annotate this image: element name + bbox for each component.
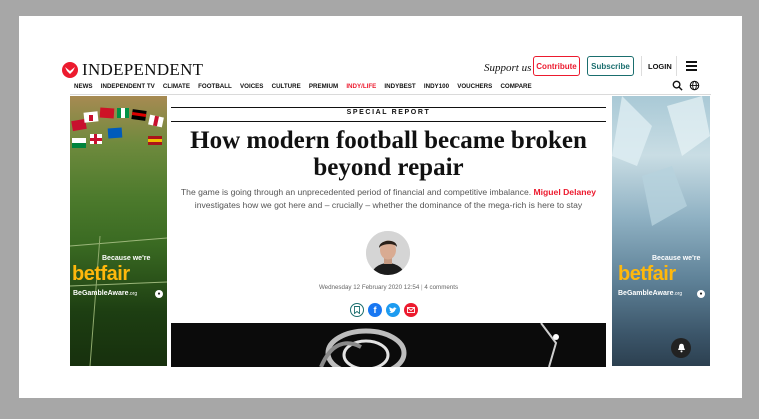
ad-tagline: Because we're (652, 255, 701, 262)
notification-bell-button[interactable] (671, 338, 691, 358)
begambleaware-label: BeGambleAware.org (618, 290, 683, 297)
nav-item-news[interactable]: NEWS (74, 83, 93, 90)
email-share-icon[interactable] (404, 303, 418, 317)
age-restriction-icon: ● (697, 290, 705, 298)
author-link[interactable]: Miguel Delaney (534, 187, 597, 197)
ice-illustration (612, 96, 710, 226)
hero-image (171, 323, 606, 367)
hamburger-menu-icon[interactable] (686, 61, 697, 71)
nav-item-premium[interactable]: PREMIUM (309, 83, 338, 90)
nav-item-vouchers[interactable]: VOUCHERS (457, 83, 492, 90)
nav-item-climate[interactable]: CLIMATE (163, 83, 190, 90)
nav-item-voices[interactable]: VOICES (240, 83, 263, 90)
subscribe-button[interactable]: Subscribe (587, 56, 634, 76)
nav-item-indybest[interactable]: INDYBEST (384, 83, 415, 90)
comments-link[interactable]: 4 comments (424, 284, 458, 291)
bookmark-icon[interactable] (350, 303, 364, 317)
kicker-rule (171, 107, 606, 108)
article-kicker: SPECIAL REPORT (346, 109, 431, 116)
nav-item-independent-tv[interactable]: INDEPENDENT TV (101, 83, 155, 90)
site-logo[interactable]: INDEPENDENT (62, 60, 203, 80)
left-skyscraper-ad[interactable]: Because we're betfair BeGambleAware.org … (70, 96, 167, 366)
publish-date: Wednesday 12 February 2020 12:54 (318, 284, 420, 291)
nav-item-culture[interactable]: CULTURE (272, 83, 301, 90)
article-title: How modern football became broken beyond… (190, 127, 587, 181)
share-bar: f (350, 303, 418, 317)
ad-tagline: Because we're (102, 255, 151, 262)
nav-item-indy-life[interactable]: INDY/LIFE (346, 83, 376, 90)
globe-icon[interactable] (689, 80, 700, 91)
article-standfirst: The game is going through an unprecedent… (180, 187, 597, 210)
age-restriction-icon: ● (155, 290, 163, 298)
logo-wordmark: INDEPENDENT (82, 60, 204, 79)
kicker-rule (171, 121, 606, 122)
login-link[interactable]: LOGIN (648, 62, 672, 71)
facebook-share-icon[interactable]: f (368, 303, 382, 317)
main-nav: NEWS INDEPENDENT TV CLIMATE FOOTBALL VOI… (74, 83, 540, 90)
betfair-logo: betfair (618, 263, 676, 285)
begambleaware-label: BeGambleAware.org (73, 290, 138, 297)
article-meta: Wednesday 12 February 2020 12:54 | 4 com… (318, 284, 459, 291)
nav-item-compare[interactable]: COMPARE (500, 83, 531, 90)
nav-divider (70, 94, 711, 95)
twitter-share-icon[interactable] (386, 303, 400, 317)
betfair-logo: betfair (72, 263, 130, 285)
header-divider (641, 56, 642, 76)
nav-item-indy100[interactable]: INDY100 (424, 83, 449, 90)
support-us-label: Support us (484, 62, 532, 74)
right-skyscraper-ad[interactable]: Because we're betfair BeGambleAware.org … (612, 96, 710, 366)
bell-icon (677, 343, 685, 353)
author-avatar[interactable] (366, 231, 410, 275)
search-icon[interactable] (672, 80, 683, 91)
flags-illustration (71, 107, 164, 148)
header-divider (676, 56, 677, 76)
contribute-button[interactable]: Contribute (533, 56, 580, 76)
eagle-logo-icon (62, 62, 78, 78)
nav-item-football[interactable]: FOOTBALL (198, 83, 232, 90)
